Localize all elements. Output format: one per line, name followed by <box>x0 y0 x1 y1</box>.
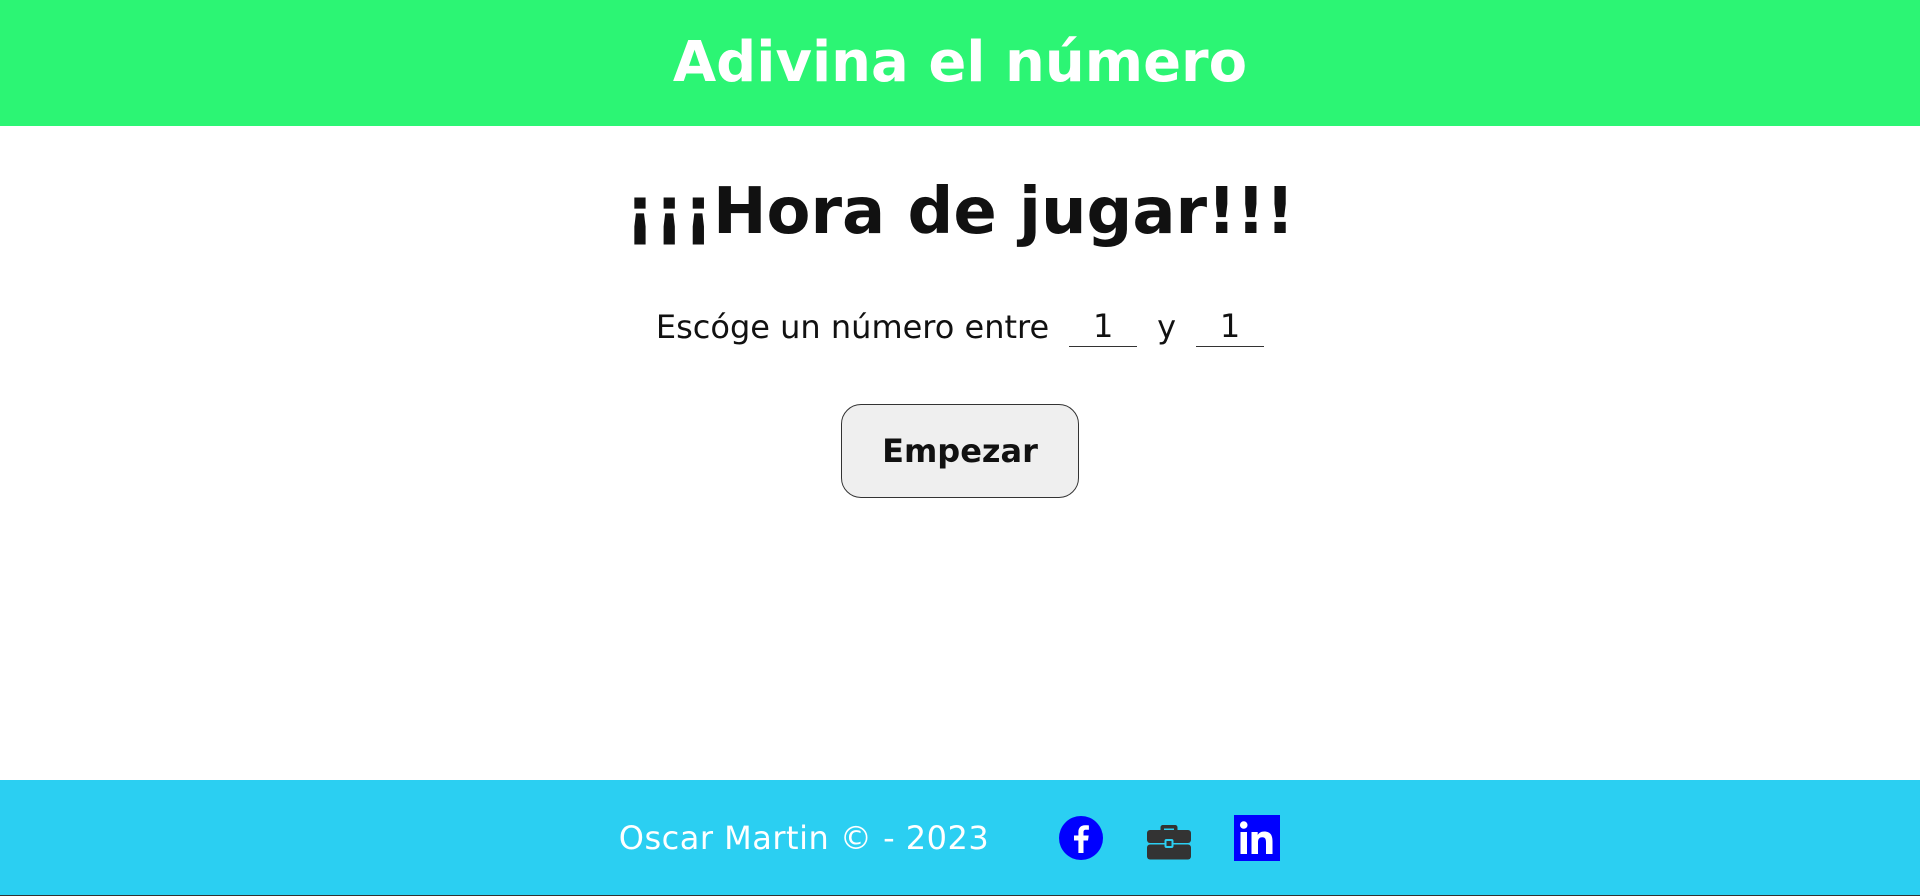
linkedin-icon <box>1234 814 1281 861</box>
app-header: Adivina el número <box>0 0 1920 126</box>
app-title: Adivina el número <box>672 30 1248 95</box>
range-separator: y <box>1157 308 1177 346</box>
page: Adivina el número ¡¡¡Hora de jugar!!! Es… <box>0 0 1920 896</box>
min-number-input[interactable] <box>1069 306 1138 347</box>
game-area: ¡¡¡Hora de jugar!!! Escóge un número ent… <box>0 126 1920 780</box>
copyright-text: Oscar Martin © - 2023 <box>618 818 990 857</box>
game-heading: ¡¡¡Hora de jugar!!! <box>625 175 1295 249</box>
app-footer: Oscar Martin © - 2023 <box>0 780 1920 896</box>
range-selector: Escóge un número entre y <box>0 306 1920 347</box>
max-number-input[interactable] <box>1196 306 1265 347</box>
range-prompt-label: Escóge un número entre <box>655 308 1050 346</box>
briefcase-icon <box>1146 815 1192 861</box>
portfolio-link[interactable] <box>1145 814 1193 862</box>
facebook-link[interactable] <box>1057 814 1105 862</box>
linkedin-link[interactable] <box>1233 814 1281 862</box>
start-button[interactable]: Empezar <box>841 404 1079 498</box>
facebook-icon <box>1058 815 1104 861</box>
